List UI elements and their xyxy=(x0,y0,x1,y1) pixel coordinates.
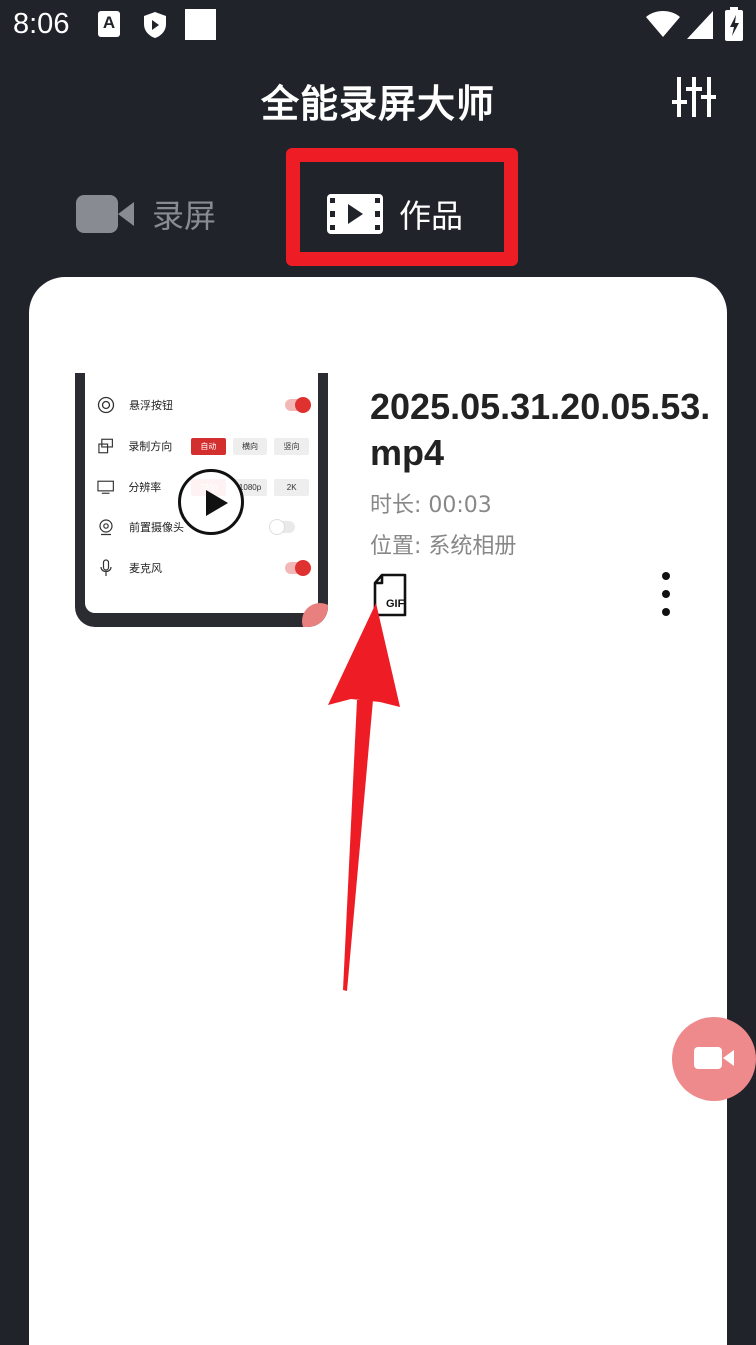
video-camera-icon xyxy=(76,195,134,233)
wifi-icon xyxy=(646,11,680,37)
monitor-icon xyxy=(97,480,114,494)
thumb-row-microphone: 麦克风 xyxy=(97,554,311,582)
file-name: 2025.05.31.20.05.53.mp4 xyxy=(370,386,711,473)
toggle-on xyxy=(285,397,311,413)
target-icon xyxy=(97,396,115,414)
thumbnail-preview: 悬浮按钮 录制方向 自动 横向 竖向 分辨率 720p 1080p 2K 前置摄… xyxy=(85,373,318,613)
microphone-icon xyxy=(100,559,112,576)
rotate-screen-icon xyxy=(98,438,113,454)
tab-record[interactable]: 录屏 xyxy=(76,178,216,250)
more-options-icon[interactable] xyxy=(655,572,677,618)
tab-highlight-annotation xyxy=(286,148,518,266)
thumb-row-orientation: 录制方向 自动 横向 竖向 xyxy=(97,432,309,460)
battery-charging-icon xyxy=(725,7,743,41)
webcam-icon xyxy=(99,519,113,536)
tab-record-label: 录屏 xyxy=(152,197,217,235)
annotation-arrow xyxy=(328,603,400,991)
video-camera-icon xyxy=(694,1047,734,1069)
file-location: 位置: 系统相册 xyxy=(370,534,517,559)
a-notification-icon: A xyxy=(98,11,120,37)
shield-icon xyxy=(144,12,166,38)
app-title: 全能录屏大师 xyxy=(260,82,495,126)
status-time: 8:06 xyxy=(13,8,70,40)
thumb-row-float-button: 悬浮按钮 xyxy=(97,391,311,419)
play-icon[interactable] xyxy=(178,469,244,535)
status-bar: 8:06 A xyxy=(0,0,756,52)
sliders-icon[interactable] xyxy=(672,75,716,119)
video-thumbnail[interactable]: 悬浮按钮 录制方向 自动 横向 竖向 分辨率 720p 1080p 2K 前置摄… xyxy=(75,373,328,627)
floating-record-button[interactable] xyxy=(672,1017,756,1101)
toggle-on xyxy=(285,560,311,576)
file-duration: 时长: 00:03 xyxy=(370,493,492,518)
app-screen: 8:06 A 全能录屏大师 录屏 作品 悬浮按钮 录制方向 自动 横向 竖向 分… xyxy=(0,0,756,1345)
toggle-off xyxy=(269,519,295,535)
square-icon xyxy=(185,9,216,40)
signal-icon xyxy=(687,11,713,39)
